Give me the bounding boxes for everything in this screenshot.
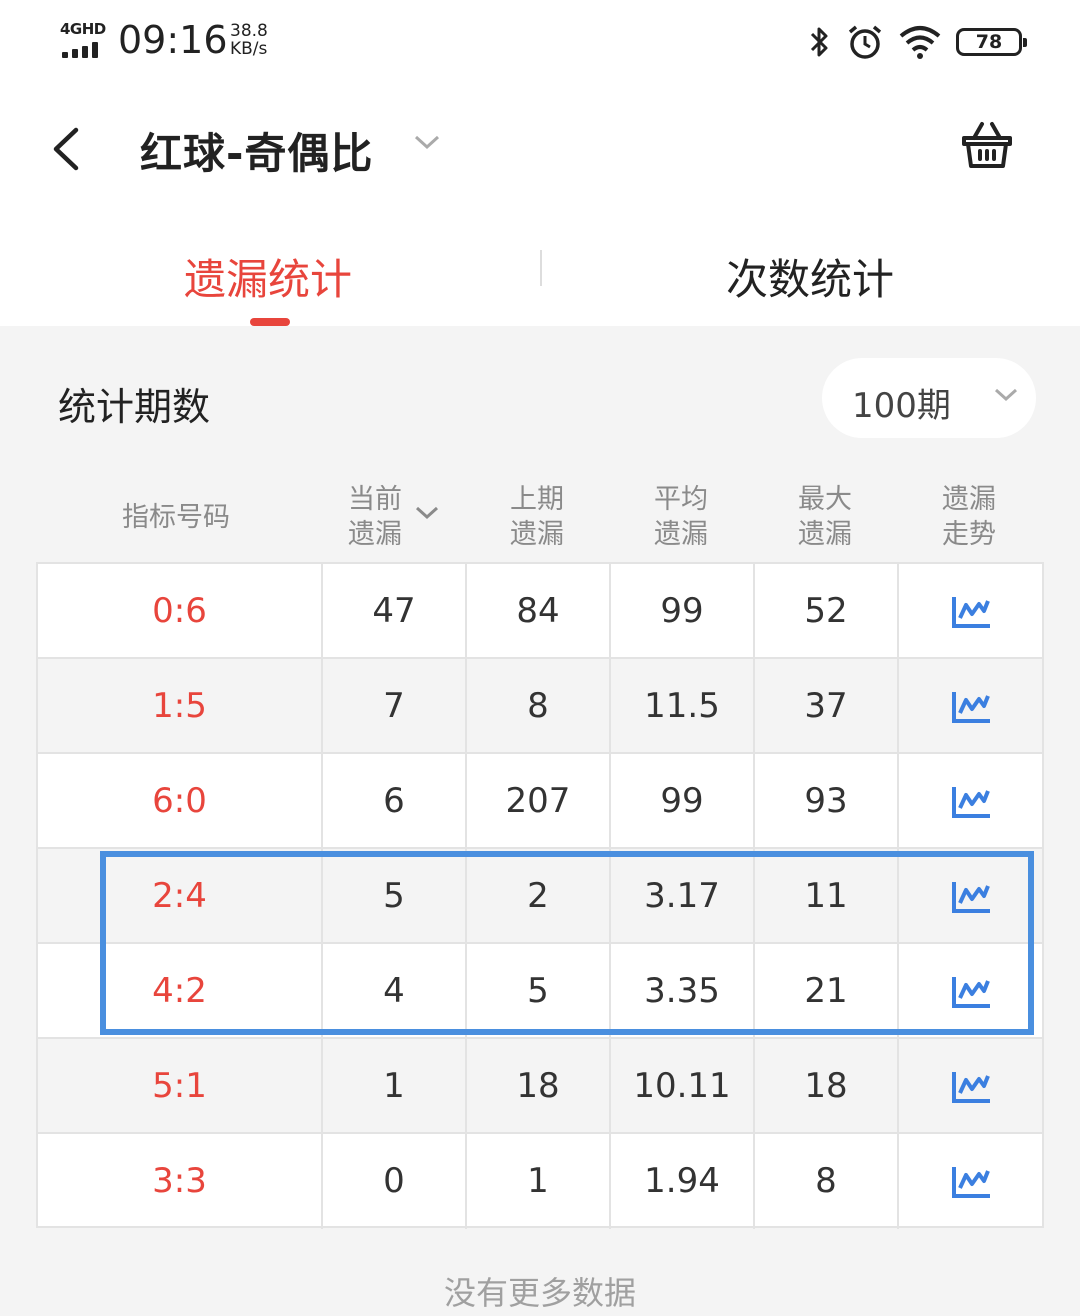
max-omission-cell: 8 (755, 1134, 899, 1229)
header-line: 遗漏 (798, 519, 852, 550)
status-icons: 78 (808, 20, 1027, 64)
current-omission-cell: 1 (323, 1039, 467, 1134)
speed-unit: KB/s (230, 39, 268, 59)
average-omission-cell: 1.94 (611, 1134, 755, 1229)
header-line: 遗漏 (348, 519, 402, 550)
ratio-cell: 6:0 (38, 754, 323, 849)
table-header: 指标号码 当前 遗漏 上期 遗漏 平均 遗漏 最大 遗漏 遗漏 走势 (36, 470, 1044, 562)
current-omission-cell: 47 (323, 564, 467, 659)
app-header: 红球-奇偶比 (0, 90, 1080, 210)
trend-chart-icon[interactable] (950, 784, 992, 820)
chevron-down-icon (994, 388, 1018, 402)
average-omission-cell: 11.5 (611, 659, 755, 754)
header-line: 遗漏 (510, 519, 564, 550)
trend-cell[interactable] (899, 659, 1042, 754)
alarm-icon (848, 25, 882, 59)
max-omission-cell: 37 (755, 659, 899, 754)
last-omission-cell: 1 (467, 1134, 611, 1229)
speed-value: 38.8 (230, 21, 268, 41)
header-line: 遗漏 (942, 484, 996, 515)
header-line: 当前 (348, 484, 402, 515)
signal-bars-icon (62, 42, 106, 58)
tab-count-stats[interactable]: 次数统计 (726, 246, 894, 307)
chevron-down-icon[interactable] (412, 132, 442, 152)
tab-divider (540, 250, 542, 286)
status-time: 09:16 (118, 18, 228, 62)
header-line: 遗漏 (654, 519, 708, 550)
period-label: 统计期数 (58, 385, 211, 429)
current-omission-cell: 7 (323, 659, 467, 754)
average-omission-cell: 99 (611, 754, 755, 849)
network-type: 4GHD (60, 20, 106, 38)
trend-cell[interactable] (899, 754, 1042, 849)
bluetooth-icon (810, 27, 828, 57)
basket-icon[interactable] (960, 120, 1014, 172)
last-omission-cell: 8 (467, 659, 611, 754)
max-omission-cell: 93 (755, 754, 899, 849)
column-header-trend: 遗漏 走势 (942, 482, 996, 552)
header-line: 上期 (510, 484, 564, 515)
header-line: 平均 (654, 484, 708, 515)
average-omission-cell: 10.11 (611, 1039, 755, 1134)
ratio-cell: 3:3 (38, 1134, 323, 1229)
period-value: 100期 (852, 386, 951, 426)
column-header-max[interactable]: 最大 遗漏 (798, 482, 852, 552)
trend-chart-icon[interactable] (950, 1069, 992, 1105)
no-more-data-text: 没有更多数据 (443, 1274, 636, 1312)
header-line: 指标号码 (122, 502, 230, 533)
header-line: 走势 (942, 519, 996, 550)
last-omission-cell: 18 (467, 1039, 611, 1134)
battery-icon: 78 (956, 28, 1027, 56)
highlight-box (100, 851, 1034, 1035)
table-row: 1:5 7 8 11.5 37 (38, 659, 1042, 754)
tab-bar: 遗漏统计 次数统计 (0, 210, 1080, 326)
back-arrow-icon[interactable] (48, 126, 82, 172)
trend-cell[interactable] (899, 1039, 1042, 1134)
trend-chart-icon[interactable] (950, 594, 992, 630)
period-dropdown[interactable]: 100期 (822, 358, 1036, 438)
max-omission-cell: 18 (755, 1039, 899, 1134)
column-header-current[interactable]: 当前 遗漏 (348, 482, 402, 552)
network-speed: 38.8 KB/s (230, 22, 268, 58)
page-title[interactable]: 红球-奇偶比 (140, 120, 373, 181)
table-row: 3:3 0 1 1.94 8 (38, 1134, 1042, 1229)
table-row: 5:1 1 18 10.11 18 (38, 1039, 1042, 1134)
wifi-icon (899, 26, 941, 59)
active-tab-indicator (250, 318, 290, 326)
last-omission-cell: 84 (467, 564, 611, 659)
tab-omission-stats[interactable]: 遗漏统计 (184, 246, 352, 307)
ratio-cell: 5:1 (38, 1039, 323, 1134)
header-line: 最大 (798, 484, 852, 515)
ratio-cell: 0:6 (38, 564, 323, 659)
status-bar: 4GHD 09:16 38.8 KB/s 78 (0, 0, 1080, 90)
table-row: 6:0 6 207 99 93 (38, 754, 1042, 849)
column-header-ratio[interactable]: 指标号码 (122, 500, 230, 535)
sort-chevron-icon[interactable] (414, 504, 440, 522)
current-omission-cell: 6 (323, 754, 467, 849)
trend-chart-icon[interactable] (950, 1164, 992, 1200)
column-header-last[interactable]: 上期 遗漏 (510, 482, 564, 552)
current-omission-cell: 0 (323, 1134, 467, 1229)
ratio-cell: 1:5 (38, 659, 323, 754)
column-header-average[interactable]: 平均 遗漏 (654, 482, 708, 552)
trend-cell[interactable] (899, 1134, 1042, 1229)
last-omission-cell: 207 (467, 754, 611, 849)
trend-chart-icon[interactable] (950, 689, 992, 725)
signal-indicator: 4GHD (60, 20, 108, 60)
table-row: 0:6 47 84 99 52 (38, 564, 1042, 659)
average-omission-cell: 99 (611, 564, 755, 659)
trend-cell[interactable] (899, 564, 1042, 659)
max-omission-cell: 52 (755, 564, 899, 659)
